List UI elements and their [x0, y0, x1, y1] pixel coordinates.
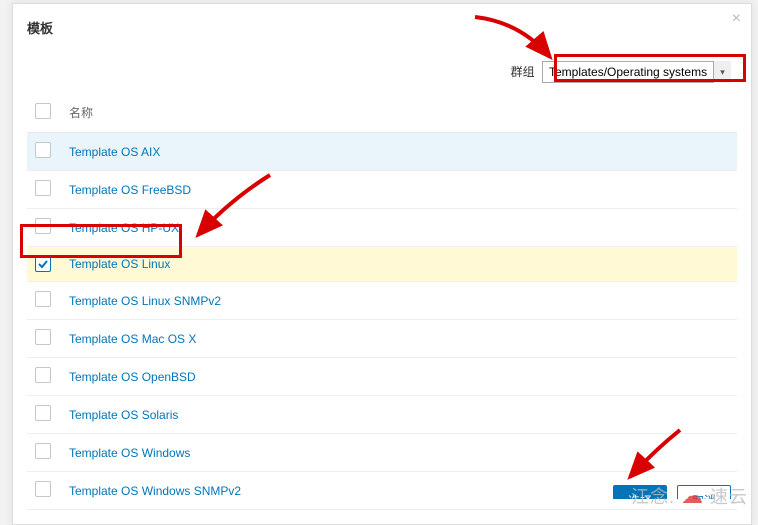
table-row[interactable]: Template OS OpenBSD [27, 358, 737, 396]
template-table: 名称 Template OS AIX Template OS FreeBSD Tem… [27, 93, 737, 510]
template-link[interactable]: Template OS Solaris [69, 408, 178, 422]
row-checkbox[interactable] [35, 291, 51, 307]
modal-title: 模板 [27, 18, 737, 37]
template-link[interactable]: Template OS Mac OS X [69, 332, 196, 346]
close-icon[interactable]: × [732, 10, 741, 28]
table-row[interactable]: Template OS AIX [27, 133, 737, 171]
row-checkbox[interactable] [35, 180, 51, 196]
table-row[interactable]: Template OS HP-UX [27, 209, 737, 247]
template-link[interactable]: Template OS HP-UX [69, 221, 179, 235]
table-row[interactable]: Template OS Linux SNMPv2 [27, 282, 737, 320]
row-checkbox[interactable] [35, 367, 51, 383]
select-all-checkbox[interactable] [35, 103, 51, 119]
table-row[interactable]: Template OS Windows [27, 434, 737, 472]
template-link[interactable]: Template OS Linux [69, 257, 170, 271]
row-checkbox[interactable] [35, 405, 51, 421]
column-header-name: 名称 [61, 93, 737, 133]
row-checkbox[interactable] [35, 142, 51, 158]
table-row[interactable]: Template OS Mac OS X [27, 320, 737, 358]
table-row[interactable]: Template OS Linux [27, 247, 737, 282]
row-checkbox[interactable] [35, 218, 51, 234]
row-checkbox[interactable] [35, 481, 51, 497]
row-checkbox[interactable] [35, 443, 51, 459]
template-link[interactable]: Template OS Linux SNMPv2 [69, 294, 221, 308]
template-modal: × 模板 群组 Templates/Operating systems ▾ 名称… [12, 3, 752, 525]
table-row[interactable]: Template OS FreeBSD [27, 171, 737, 209]
row-checkbox[interactable] [35, 256, 51, 272]
group-label: 群组 [511, 65, 535, 79]
row-checkbox[interactable] [35, 329, 51, 345]
table-row[interactable]: Template OS Solaris [27, 396, 737, 434]
group-select[interactable]: Templates/Operating systems [542, 61, 731, 83]
template-link[interactable]: Template OS OpenBSD [69, 370, 196, 384]
template-link[interactable]: Template OS Windows [69, 446, 190, 460]
template-link[interactable]: Template OS Windows SNMPv2 [69, 484, 241, 498]
filter-row: 群组 Templates/Operating systems ▾ [27, 61, 737, 83]
template-link[interactable]: Template OS FreeBSD [69, 183, 191, 197]
template-link[interactable]: Template OS AIX [69, 145, 160, 159]
